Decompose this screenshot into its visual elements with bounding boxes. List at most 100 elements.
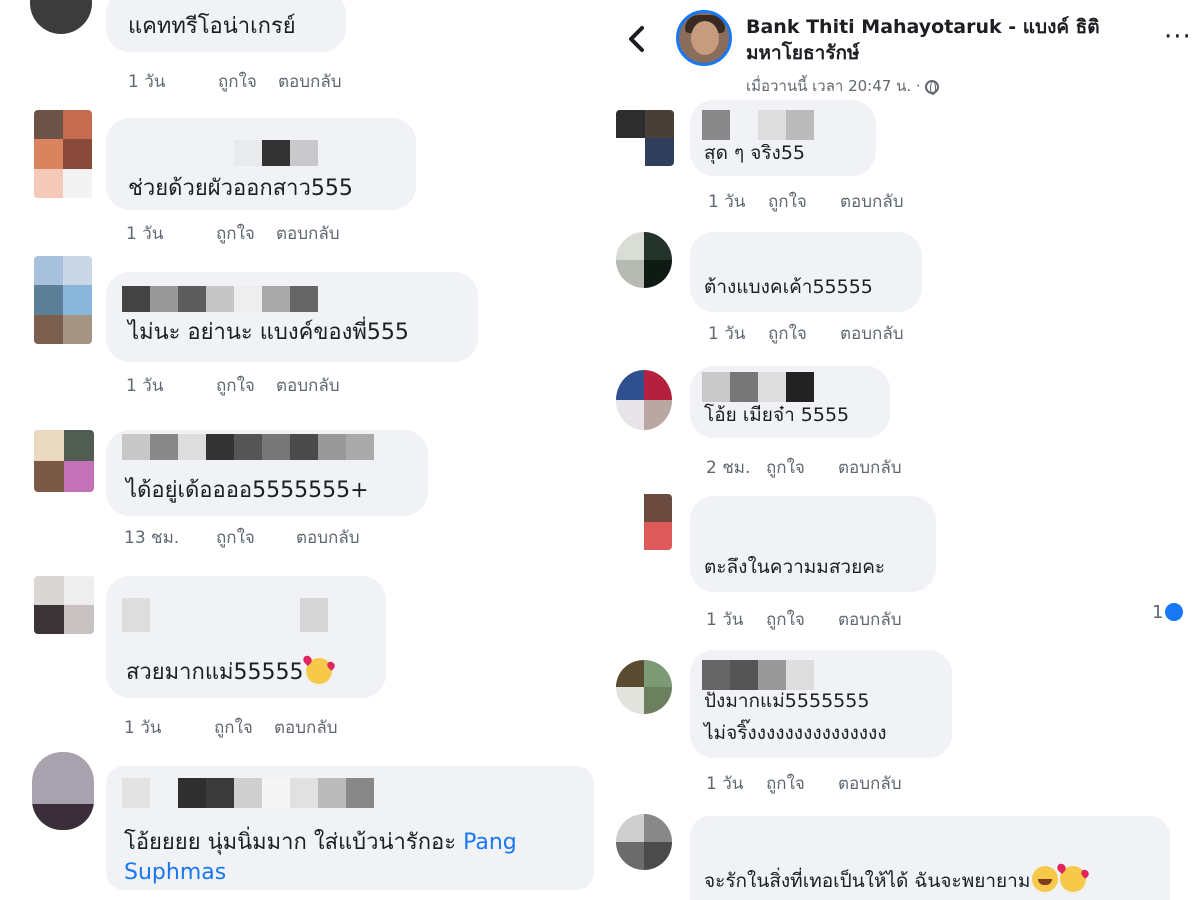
reply-link[interactable]: ตอบกลับ — [840, 320, 904, 347]
comment-bubble: ตะลึงในความมสวยคะ — [690, 496, 936, 592]
page-avatar[interactable] — [676, 10, 732, 66]
comment-text: โอ้ย เมียจ๋า 5555 — [704, 404, 850, 426]
comment-time: 1 วัน — [126, 224, 164, 244]
like-link[interactable]: ถูกใจ — [218, 68, 278, 95]
comment-time: 1 วัน — [128, 72, 166, 92]
name-blur — [234, 140, 318, 166]
like-link[interactable]: ถูกใจ — [216, 372, 276, 399]
comment-text-line2: ไม่จริ๊งงงงงงงงงงงงงงง — [704, 722, 887, 744]
comment-meta: 1 วัน ถูกใจ ตอบกลับ — [706, 606, 902, 633]
comment-text: ไม่นะ อย่านะ แบงค์ของพี่555 — [128, 320, 409, 345]
avatar[interactable] — [30, 0, 92, 34]
like-link[interactable]: ถูกใจ — [768, 188, 840, 215]
back-button[interactable] — [622, 22, 652, 56]
page-title[interactable]: Bank Thiti Mahayotaruk - แบงค์ ธิติ มหาโ… — [746, 14, 1126, 66]
avatar[interactable] — [32, 752, 94, 830]
comment-time: 1 วัน — [124, 718, 162, 738]
comment-meta: 1 วัน ถูกใจ ตอบกลับ — [708, 320, 904, 347]
comment-item: ปังมากแม่5555555 ไม่จริ๊งงงงงงงงงงงงงงง … — [604, 650, 1200, 797]
comment-time: 1 วัน — [708, 324, 746, 344]
like-link[interactable]: ถูกใจ — [766, 606, 838, 633]
comment-time: 1 วัน — [706, 610, 744, 630]
comment-meta: 1 วัน ถูกใจ ตอบกลับ — [708, 188, 904, 215]
comment-text: โอ้ยยยย นุ่มนิ่มมาก ใส่แบ้วน่ารักอะ Pang… — [124, 830, 517, 885]
avatar[interactable] — [34, 430, 94, 492]
comment-item: ช่วยด้วยผัวออกสาว555 1 วัน ถูกใจ ตอบกลับ — [0, 110, 600, 250]
comment-text: ต้างแบงคเค้า55555 — [704, 276, 873, 298]
like-link[interactable]: ถูกใจ — [768, 320, 840, 347]
comment-meta: 1 วัน ถูกใจ ตอบกลับ — [124, 714, 338, 741]
comment-bubble: แคททรีโอน่าเกรย์ — [106, 0, 346, 52]
comment-meta: 1 วัน ถูกใจ ตอบกลับ — [128, 68, 342, 95]
comment-item: ต้างแบงคเค้า55555 1 วัน ถูกใจ ตอบกลับ — [604, 230, 1200, 350]
comment-meta: 1 วัน ถูกใจ ตอบกลับ — [126, 372, 340, 399]
comment-bubble: สวยมากแม่55555 — [106, 576, 386, 698]
reply-link[interactable]: ตอบกลับ — [838, 770, 902, 797]
smiling-face-with-hearts-icon — [1060, 866, 1087, 892]
like-reaction-icon — [1165, 603, 1184, 621]
post-timestamp: เมื่อวานนี้ เวลา 20:47 น. · — [746, 74, 939, 98]
reply-link[interactable]: ตอบกลับ — [278, 68, 342, 95]
comment-item: จะรักในสิ่งที่เทอเป็นให้ได้ ฉันจะพยายาม — [604, 808, 1200, 900]
comment-text: สุด ๆ จริง55 — [704, 142, 806, 164]
avatar[interactable] — [616, 494, 672, 550]
name-blur — [122, 778, 374, 808]
name-blur — [702, 372, 814, 402]
name-blur — [122, 598, 328, 632]
comment-text: ช่วยด้วยผัวออกสาว555 — [128, 176, 353, 201]
reply-link[interactable]: ตอบกลับ — [296, 524, 360, 551]
avatar[interactable] — [616, 660, 672, 714]
comment-meta: 2 ชม. ถูกใจ ตอบกลับ — [706, 454, 902, 481]
comment-text: ตะลึงในความมสวยคะ — [704, 556, 886, 578]
avatar[interactable] — [34, 110, 92, 198]
comment-bubble: ปังมากแม่5555555 ไม่จริ๊งงงงงงงงงงงงงงง — [690, 650, 952, 758]
like-link[interactable]: ถูกใจ — [766, 770, 838, 797]
comment-bubble: โอ้ย เมียจ๋า 5555 — [690, 366, 890, 438]
name-blur — [702, 660, 814, 690]
comment-item: โอ้ย เมียจ๋า 5555 2 ชม. ถูกใจ ตอบกลับ — [604, 366, 1200, 481]
comment-bubble: ต้างแบงคเค้า55555 — [690, 232, 922, 312]
like-link[interactable]: ถูกใจ — [214, 714, 274, 741]
name-blur — [702, 110, 814, 140]
avatar[interactable] — [616, 814, 672, 870]
post-header: Bank Thiti Mahayotaruk - แบงค์ ธิติ มหาโ… — [604, 0, 1200, 104]
reply-link[interactable]: ตอบกลับ — [276, 220, 340, 247]
comment-meta: 13 ชม. ถูกใจ ตอบกลับ — [124, 524, 360, 551]
reaction-count[interactable]: 1 — [1152, 602, 1184, 623]
reply-link[interactable]: ตอบกลับ — [840, 188, 904, 215]
smiling-face-with-hearts-icon — [305, 658, 332, 684]
chevron-left-icon — [629, 26, 644, 52]
like-link[interactable]: ถูกใจ — [216, 220, 276, 247]
avatar[interactable] — [616, 370, 672, 430]
right-comments-panel: Bank Thiti Mahayotaruk - แบงค์ ธิติ มหาโ… — [604, 0, 1200, 900]
comment-meta: 1 วัน ถูกใจ ตอบกลับ — [126, 220, 340, 247]
comment-item: สุด ๆ จริง55 1 วัน ถูกใจ ตอบกลับ — [604, 100, 1200, 220]
comment-bubble: จะรักในสิ่งที่เทอเป็นให้ได้ ฉันจะพยายาม — [690, 816, 1170, 900]
comment-text-line1: ปังมากแม่5555555 — [704, 690, 870, 712]
rolling-laughing-icon — [1032, 866, 1059, 892]
more-options-button[interactable]: ··· — [1164, 22, 1192, 52]
comment-text: สวยมากแม่55555 — [126, 658, 332, 688]
comment-text: แคททรีโอน่าเกรย์ — [128, 14, 296, 39]
avatar[interactable] — [34, 576, 94, 634]
avatar[interactable] — [34, 256, 92, 344]
comment-bubble: โอ้ยยยย นุ่มนิ่มมาก ใส่แบ้วน่ารักอะ Pang… — [106, 766, 594, 890]
avatar[interactable] — [616, 232, 672, 288]
comment-text: ได้อยู่เด้ออออ5555555+ — [126, 478, 369, 503]
like-link[interactable]: ถูกใจ — [766, 454, 838, 481]
comment-bubble: สุด ๆ จริง55 — [690, 100, 876, 176]
comment-meta: 1 วัน ถูกใจ ตอบกลับ — [706, 770, 902, 797]
reply-link[interactable]: ตอบกลับ — [838, 606, 902, 633]
reply-link[interactable]: ตอบกลับ — [276, 372, 340, 399]
avatar[interactable] — [616, 110, 674, 166]
name-blur — [122, 286, 318, 312]
like-link[interactable]: ถูกใจ — [216, 524, 296, 551]
comment-time: 1 วัน — [708, 192, 746, 212]
comment-time: 13 ชม. — [124, 528, 180, 548]
reply-link[interactable]: ตอบกลับ — [274, 714, 338, 741]
comment-bubble: ได้อยู่เด้ออออ5555555+ — [106, 430, 428, 516]
comment-bubble: ช่วยด้วยผัวออกสาว555 — [106, 118, 416, 210]
comment-bubble: ไม่นะ อย่านะ แบงค์ของพี่555 — [106, 272, 478, 362]
name-blur — [122, 434, 374, 460]
reply-link[interactable]: ตอบกลับ — [838, 454, 902, 481]
